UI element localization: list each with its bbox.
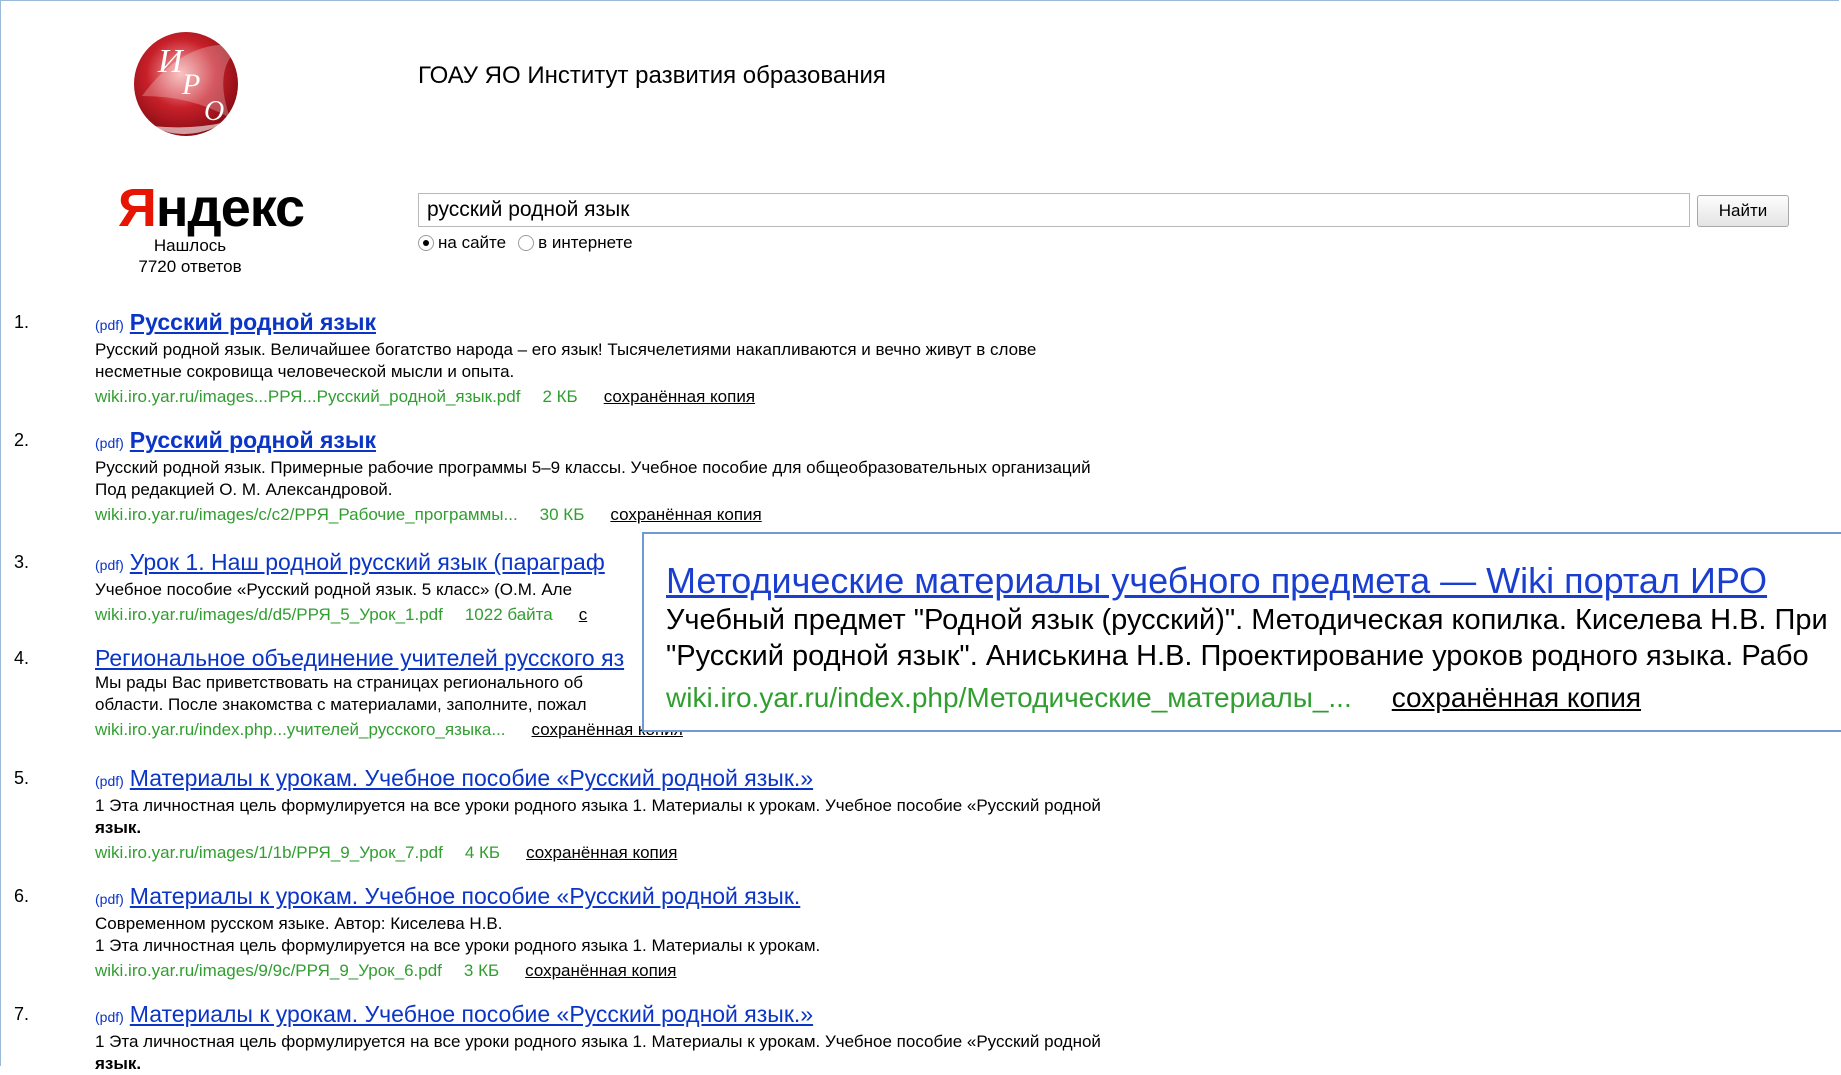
result-size: 3 КБ xyxy=(463,961,500,980)
scope-site-label[interactable]: на сайте xyxy=(438,233,506,253)
found-label: Нашлось xyxy=(153,236,227,255)
result-url[interactable]: wiki.iro.yar.ru/images/9/9c/РРЯ_9_Урок_6… xyxy=(95,961,442,980)
zoom-url-line: wiki.iro.yar.ru/index.php/Методические_м… xyxy=(666,682,1641,714)
cached-copy-link[interactable]: с xyxy=(579,605,588,624)
zoomed-result-popup: Методические материалы учебного предмета… xyxy=(642,532,1841,732)
site-title: ГОАУ ЯО Институт развития образования xyxy=(418,62,886,89)
result-snippet: Русский родной язык. Величайшее богатств… xyxy=(95,340,1037,359)
scope-internet-label[interactable]: в интернете xyxy=(538,233,632,253)
yandex-logo[interactable]: Яндекс xyxy=(118,178,305,238)
result-url[interactable]: wiki.iro.yar.ru/images...РРЯ...Русский_р… xyxy=(95,387,520,406)
pdf-tag: (pdf) xyxy=(95,891,124,907)
result-snippet: 1 Эта личностная цель формулируется на в… xyxy=(95,796,1101,815)
yandex-logo-rest: ндекс xyxy=(155,178,305,238)
result-title-link[interactable]: Региональное объединение учителей русско… xyxy=(95,645,624,671)
pdf-tag: (pdf) xyxy=(95,557,124,573)
result-number: 5. xyxy=(14,768,30,788)
yandex-logo-first-letter: Я xyxy=(118,178,157,238)
pdf-tag: (pdf) xyxy=(95,435,124,451)
result-title-link[interactable]: Материалы к урокам. Учебное пособие «Рус… xyxy=(130,883,800,909)
result-title-link[interactable]: Урок 1. Наш родной русский язык (парагра… xyxy=(130,549,605,575)
result-title-link[interactable]: Русский родной язык xyxy=(130,309,376,335)
zoom-snippet-line-1: Учебный предмет "Родной язык (русский)".… xyxy=(666,604,1828,636)
zoom-snippet: Учебный предмет "Родной язык (русский)".… xyxy=(666,602,1828,674)
iro-logo: И Р О xyxy=(134,32,249,136)
result-title-link[interactable]: Материалы к урокам. Учебное пособие «Рус… xyxy=(130,1001,813,1027)
result-snippet: 1 Эта личностная цель формулируется на в… xyxy=(95,1032,1101,1051)
search-button[interactable]: Найти xyxy=(1697,195,1789,227)
result-number: 6. xyxy=(14,886,30,906)
result-snippet: Русский родной язык. Примерные рабочие п… xyxy=(95,458,1091,477)
zoom-cached-copy-link[interactable]: сохранённая копия xyxy=(1392,682,1641,713)
logo-letter-2: Р xyxy=(181,68,200,101)
results-count: Нашлось 7720 ответов xyxy=(130,235,250,277)
result-snippet: язык. xyxy=(95,1054,142,1073)
result-url[interactable]: wiki.iro.yar.ru/index.php...учителей_рус… xyxy=(95,720,506,739)
pdf-tag: (pdf) xyxy=(95,317,124,333)
result-size: 30 КБ xyxy=(539,505,585,524)
result-snippet: язык. xyxy=(95,818,142,837)
search-scope: на сайте в интернете xyxy=(418,233,641,253)
pdf-tag: (pdf) xyxy=(95,1009,124,1025)
result-number: 4. xyxy=(14,648,30,668)
zoom-snippet-line-2: "Русский родной язык". Аниськина Н.В. Пр… xyxy=(666,640,1809,672)
result-number: 3. xyxy=(14,552,30,572)
result-title-link[interactable]: Русский родной язык xyxy=(130,427,376,453)
result-url[interactable]: wiki.iro.yar.ru/images/d/d5/РРЯ_5_Урок_1… xyxy=(95,605,443,624)
result-size: 4 КБ xyxy=(464,843,501,862)
cached-copy-link[interactable]: сохранённая копия xyxy=(525,961,676,980)
cached-copy-link[interactable]: сохранённая копия xyxy=(604,387,755,406)
zoom-title-link[interactable]: Методические материалы учебного предмета… xyxy=(666,560,1767,602)
result-snippet: несметные сокровища человеческой мысли и… xyxy=(95,362,515,381)
pdf-tag: (pdf) xyxy=(95,773,124,789)
scope-site-radio[interactable] xyxy=(418,235,434,251)
result-title-link[interactable]: Материалы к урокам. Учебное пособие «Рус… xyxy=(130,765,813,791)
result-number: 2. xyxy=(14,430,30,450)
result-number: 7. xyxy=(14,1004,30,1024)
result-url[interactable]: wiki.iro.yar.ru/images/c/c2/РРЯ_Рабочие_… xyxy=(95,505,518,524)
result-url[interactable]: wiki.iro.yar.ru/images/1/1b/РРЯ_9_Урок_7… xyxy=(95,843,443,862)
logo-letter-1: И xyxy=(157,43,185,80)
result-snippet: 1 Эта личностная цель формулируется на в… xyxy=(95,936,821,955)
result-snippet: Под редакцией О. М. Александровой. xyxy=(95,480,393,499)
result-snippet: Современном русском языке. Автор: Киселе… xyxy=(95,914,503,933)
search-input[interactable] xyxy=(418,193,1690,227)
zoom-url[interactable]: wiki.iro.yar.ru/index.php/Методические_м… xyxy=(666,682,1352,713)
result-size: 2 КБ xyxy=(542,387,578,406)
result-number: 1. xyxy=(14,312,30,332)
logo-letter-3: О xyxy=(204,96,224,127)
scope-internet-radio[interactable] xyxy=(518,235,535,251)
cached-copy-link[interactable]: сохранённая копия xyxy=(526,843,677,862)
cached-copy-link[interactable]: сохранённая копия xyxy=(610,505,761,524)
found-count: 7720 ответов xyxy=(138,257,242,276)
result-size: 1022 байта xyxy=(464,605,553,624)
